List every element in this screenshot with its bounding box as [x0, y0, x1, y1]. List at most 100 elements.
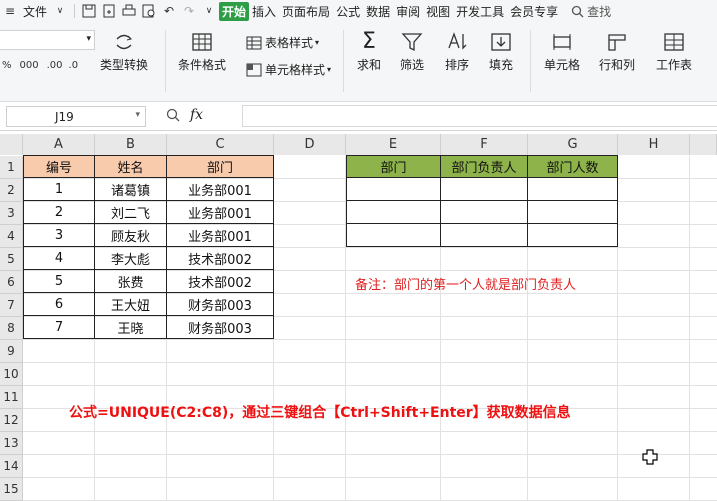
column-header-d[interactable]: D: [274, 134, 346, 155]
worksheet-button[interactable]: 工作表: [656, 32, 692, 73]
filter-button[interactable]: 筛选: [400, 32, 424, 73]
row-header-14[interactable]: 14: [0, 455, 23, 478]
tab-page-layout[interactable]: 页面布局: [279, 3, 333, 20]
thousands-icon[interactable]: 000: [20, 60, 39, 71]
table-cell[interactable]: 5: [23, 270, 95, 293]
summary-cell[interactable]: [346, 201, 441, 224]
spreadsheet-grid[interactable]: A B C D E F G H 1 2 3 4 5 6 7 8 9 10 11 12 13 14 15 编号 姓名 部门 1 诸葛镇业…: [0, 131, 717, 501]
row-header-5[interactable]: 5: [0, 248, 23, 271]
summary-cell[interactable]: [528, 178, 618, 201]
table-cell[interactable]: 3: [23, 224, 95, 247]
row-header-12[interactable]: 12: [0, 409, 23, 432]
summary-cell[interactable]: [528, 201, 618, 224]
tab-home[interactable]: 开始: [219, 1, 250, 21]
summary-cell[interactable]: [346, 178, 441, 201]
row-header-3[interactable]: 3: [0, 202, 23, 225]
table-style-button[interactable]: 表格样式 ▾: [246, 34, 319, 51]
row-header-11[interactable]: 11: [0, 386, 23, 409]
formula-input[interactable]: [242, 105, 717, 127]
table-cell[interactable]: 刘二飞: [95, 201, 167, 224]
tab-view[interactable]: 视图: [423, 3, 453, 20]
row-header-15[interactable]: 15: [0, 478, 23, 501]
chevron-down-icon[interactable]: ∨: [201, 3, 217, 19]
summary-cell[interactable]: [441, 178, 528, 201]
table-cell[interactable]: 王大妞: [95, 293, 167, 316]
table-cell[interactable]: 业务部001: [167, 201, 274, 224]
tab-developer[interactable]: 开发工具: [453, 3, 507, 20]
table-cell[interactable]: 财务部003: [167, 316, 274, 339]
column-header-f[interactable]: F: [441, 134, 528, 155]
table-cell[interactable]: 张费: [95, 270, 167, 293]
row-col-button[interactable]: 行和列: [599, 32, 635, 73]
select-all-corner[interactable]: [0, 134, 23, 155]
summary-cell[interactable]: [528, 224, 618, 247]
table-cell[interactable]: 顾友秋: [95, 224, 167, 247]
percent-icon[interactable]: %: [2, 60, 12, 71]
table-cell[interactable]: 王晓: [95, 316, 167, 339]
chevron-down-icon[interactable]: ∨: [52, 3, 68, 19]
row-header-10[interactable]: 10: [0, 363, 23, 386]
table-cell[interactable]: 李大彪: [95, 247, 167, 270]
table-cell[interactable]: 技术部002: [167, 247, 274, 270]
fill-button[interactable]: 填充: [489, 32, 513, 73]
cell-style-button[interactable]: 单元格样式 ▾: [246, 61, 331, 78]
preview-icon[interactable]: [141, 3, 157, 19]
row-header-8[interactable]: 8: [0, 317, 23, 340]
conditional-format-button[interactable]: 条件格式: [178, 32, 226, 73]
menu-file[interactable]: 文件: [20, 3, 50, 20]
fx-icon[interactable]: fx: [190, 107, 203, 123]
menu-icon[interactable]: ≡: [2, 3, 18, 19]
undo-icon[interactable]: ↶: [161, 3, 177, 19]
decrease-decimal-icon[interactable]: .0: [69, 60, 79, 71]
table-cell[interactable]: 2: [23, 201, 95, 224]
search-box[interactable]: 查找: [571, 3, 611, 20]
summary-header-cell[interactable]: 部门: [346, 155, 441, 178]
summary-cell[interactable]: [441, 224, 528, 247]
row-header-6[interactable]: 6: [0, 271, 23, 294]
summary-header-cell[interactable]: 部门负责人: [441, 155, 528, 178]
column-header-h[interactable]: H: [618, 134, 690, 155]
column-header-b[interactable]: B: [95, 134, 167, 155]
row-header-4[interactable]: 4: [0, 225, 23, 248]
print-icon[interactable]: [121, 3, 137, 19]
table-cell[interactable]: 7: [23, 316, 95, 339]
type-convert-button[interactable]: 类型转换: [100, 32, 148, 73]
table-cell[interactable]: 技术部002: [167, 270, 274, 293]
row-header-9[interactable]: 9: [0, 340, 23, 363]
tab-member[interactable]: 会员专享: [507, 3, 561, 20]
export-icon[interactable]: [101, 3, 117, 19]
summary-header-cell[interactable]: 部门人数: [528, 155, 618, 178]
column-header-a[interactable]: A: [23, 134, 95, 155]
cell-button[interactable]: 单元格: [544, 32, 580, 73]
save-icon[interactable]: [81, 3, 97, 19]
sort-button[interactable]: 排序: [445, 32, 469, 73]
sum-button[interactable]: Σ 求和: [357, 31, 381, 73]
column-header-blank[interactable]: [690, 134, 717, 155]
column-header-g[interactable]: G: [528, 134, 618, 155]
column-header-c[interactable]: C: [167, 134, 274, 155]
tab-review[interactable]: 审阅: [393, 3, 423, 20]
table-header-cell[interactable]: 部门: [167, 155, 274, 178]
table-cell[interactable]: 4: [23, 247, 95, 270]
table-cell[interactable]: 业务部001: [167, 224, 274, 247]
font-size-box[interactable]: ▾: [0, 30, 95, 50]
increase-decimal-icon[interactable]: .00: [47, 60, 63, 71]
tab-data[interactable]: 数据: [363, 3, 393, 20]
name-box[interactable]: J19 ▾: [6, 106, 146, 127]
tab-insert[interactable]: 插入: [249, 3, 279, 20]
redo-icon[interactable]: ↷: [181, 3, 197, 19]
summary-cell[interactable]: [346, 224, 441, 247]
row-header-7[interactable]: 7: [0, 294, 23, 317]
table-cell[interactable]: 财务部003: [167, 293, 274, 316]
table-cell[interactable]: 诸葛镇: [95, 178, 167, 201]
table-cell[interactable]: 1: [23, 178, 95, 201]
table-header-cell[interactable]: 姓名: [95, 155, 167, 178]
table-cell[interactable]: 业务部001: [167, 178, 274, 201]
zoom-icon[interactable]: [166, 108, 180, 122]
table-cell[interactable]: 6: [23, 293, 95, 316]
row-header-2[interactable]: 2: [0, 179, 23, 202]
row-header-13[interactable]: 13: [0, 432, 23, 455]
summary-cell[interactable]: [441, 201, 528, 224]
column-header-e[interactable]: E: [346, 134, 441, 155]
tab-formulas[interactable]: 公式: [333, 3, 363, 20]
